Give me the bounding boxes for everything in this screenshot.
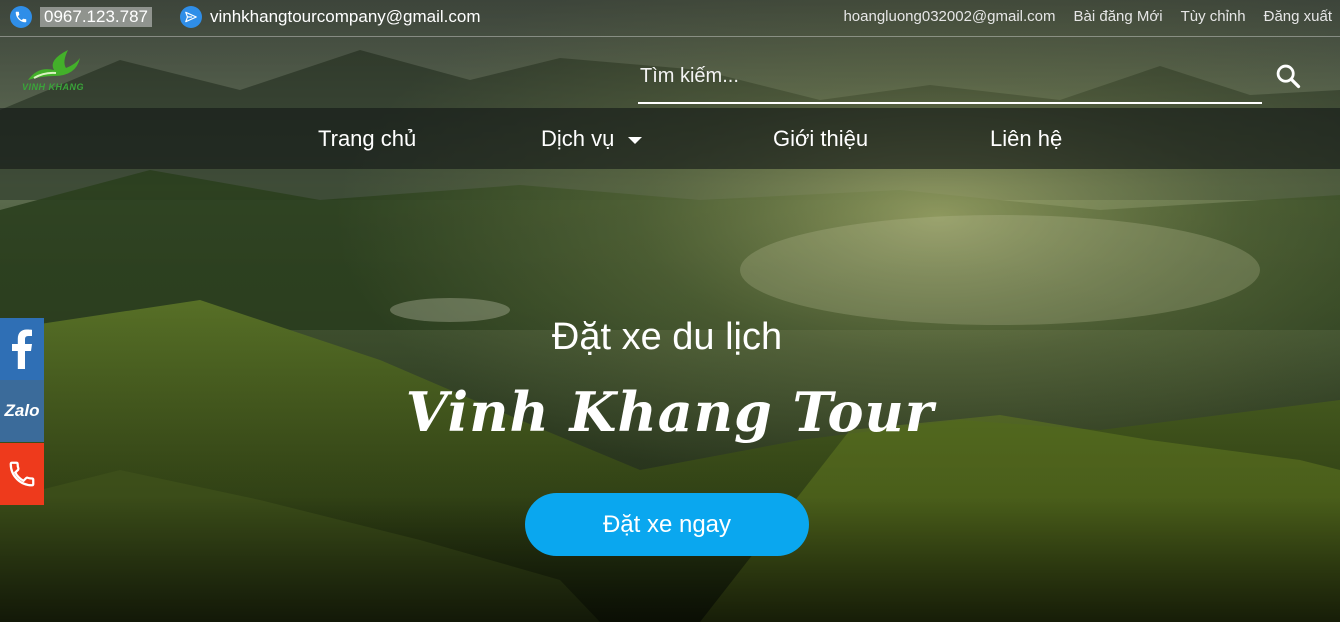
send-icon xyxy=(180,6,202,28)
logo-text: VINH KHANG xyxy=(22,82,85,92)
account-email-link[interactable]: hoangluong032002@gmail.com xyxy=(843,8,1055,25)
search-box xyxy=(638,58,1266,104)
search-input[interactable] xyxy=(638,58,1266,94)
phone-number: 0967.123.787 xyxy=(40,7,152,27)
zalo-label: Zalo xyxy=(4,401,40,420)
nav-item-about[interactable]: Giới thiệu xyxy=(773,126,868,152)
top-contact-bar: 0967.123.787 vinhkhangtourcompany@gmail.… xyxy=(0,0,1340,37)
hero-subtitle: Đặt xe du lịch xyxy=(551,316,783,358)
book-now-button[interactable]: Đặt xe ngay xyxy=(525,493,809,556)
customize-link[interactable]: Tùy chỉnh xyxy=(1181,8,1246,25)
phone-icon xyxy=(10,6,32,28)
email-address: vinhkhangtourcompany@gmail.com xyxy=(210,7,481,26)
zalo-button[interactable]: Zalo xyxy=(0,380,44,442)
logout-link[interactable]: Đăng xuất xyxy=(1264,8,1332,25)
facebook-button[interactable] xyxy=(0,318,44,380)
contact-phone[interactable]: 0967.123.787 xyxy=(10,4,152,30)
nav-item-label: Trang chủ xyxy=(318,126,417,151)
main-nav: Trang chủ Dịch vụ Giới thiệu Liên hệ xyxy=(0,108,1340,169)
nav-item-label: Giới thiệu xyxy=(773,126,869,151)
caret-down-icon xyxy=(628,136,643,144)
nav-item-contact[interactable]: Liên hệ xyxy=(990,126,1062,152)
new-post-link[interactable]: Bài đăng Mới xyxy=(1074,8,1163,25)
call-button[interactable] xyxy=(0,443,44,505)
nav-item-services[interactable]: Dịch vụ xyxy=(541,126,643,152)
hero-title: Vinh Khang Tour xyxy=(405,380,935,444)
nav-item-label: Liên hệ xyxy=(990,126,1063,151)
search-icon[interactable] xyxy=(1274,62,1302,90)
nav-item-home[interactable]: Trang chủ xyxy=(318,126,416,152)
facebook-icon xyxy=(12,329,32,369)
phone-icon xyxy=(9,461,35,487)
nav-item-label: Dịch vụ xyxy=(541,126,615,151)
contact-email[interactable]: vinhkhangtourcompany@gmail.com xyxy=(180,4,481,30)
account-menu: hoangluong032002@gmail.com Bài đăng Mới … xyxy=(843,8,1332,25)
